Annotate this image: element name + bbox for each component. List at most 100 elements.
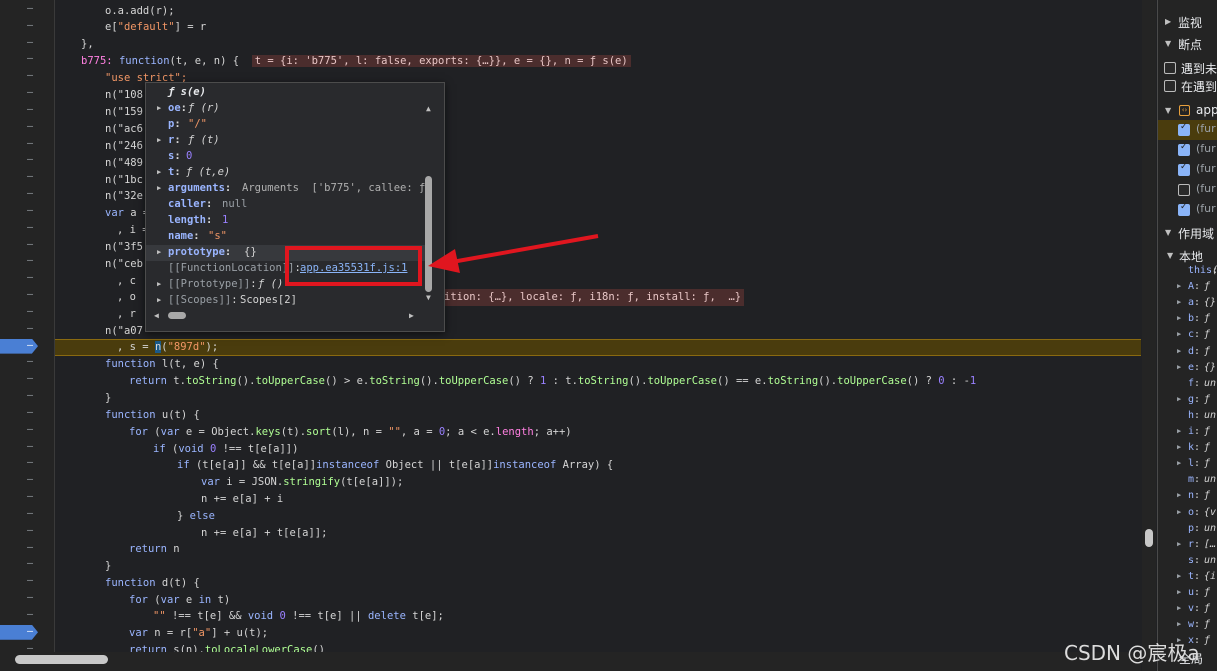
breakpoint-label: (fur	[1196, 142, 1216, 155]
expand-triangle-icon[interactable]: ▶	[1177, 572, 1181, 580]
key-colon: :	[1194, 329, 1201, 341]
expand-triangle-icon[interactable]: ▶	[1177, 314, 1181, 322]
expand-triangle-icon[interactable]: ▶	[1177, 395, 1181, 403]
expand-triangle-icon[interactable]: ▶	[1177, 443, 1181, 451]
variable-value: ƒ	[1204, 490, 1211, 502]
key-colon: :	[1194, 313, 1201, 325]
scope-variable[interactable]: ▶ i: ƒ	[1158, 425, 1217, 441]
variable-name: b:	[1188, 313, 1201, 325]
expand-triangle-icon[interactable]: ▶	[1177, 347, 1181, 355]
variable-name: g:	[1188, 393, 1201, 405]
expanded-triangle-icon: ▼	[1165, 39, 1172, 48]
variable-name: m:	[1188, 474, 1201, 486]
scope-variable[interactable]: ▶ k: ƒ	[1158, 441, 1217, 457]
key-colon: :	[1194, 603, 1201, 615]
breakpoint-checkbox[interactable]	[1178, 122, 1190, 136]
watermark: CSDN @宸极a	[1064, 641, 1200, 665]
variable-value: ƒ	[1204, 426, 1211, 437]
checkbox[interactable]	[1164, 80, 1176, 92]
scope-variable[interactable]: ▶ w: ƒ	[1158, 618, 1217, 634]
variable-name: e:	[1188, 361, 1201, 373]
breakpoint-checkbox[interactable]	[1178, 162, 1190, 176]
expand-triangle-icon[interactable]: ▶	[1177, 427, 1181, 435]
scope-variable[interactable]: p: un	[1158, 522, 1217, 538]
scope-variable[interactable]: ▶ c: ƒ	[1158, 328, 1217, 344]
expand-triangle-icon[interactable]: ▶	[1177, 604, 1181, 612]
scope-variable[interactable]: ▶ d: ƒ	[1158, 345, 1217, 361]
variable-value: un	[1204, 377, 1217, 389]
expand-triangle-icon[interactable]: ▶	[1177, 363, 1181, 371]
variable-value: ƒ	[1204, 442, 1211, 454]
option-label: 在遇到	[1181, 80, 1217, 94]
scope-variable[interactable]: ▶ o: {v	[1158, 506, 1217, 522]
key-colon: :	[1194, 377, 1201, 389]
variable-value: ƒ	[1204, 619, 1211, 631]
variable-name: p:	[1188, 522, 1201, 534]
expand-triangle-icon[interactable]: ▶	[1177, 508, 1181, 516]
breakpoint-item[interactable]: (fur	[1158, 140, 1217, 160]
scope-variable[interactable]: ▶ g: ƒ	[1158, 393, 1217, 409]
scope-variable[interactable]: s: un	[1158, 554, 1217, 570]
expand-triangle-icon[interactable]: ▶	[1177, 330, 1181, 338]
variable-value: un	[1204, 409, 1217, 421]
scope-local[interactable]: ▼ 本地	[1158, 246, 1217, 266]
expand-triangle-icon[interactable]: ▶	[1177, 459, 1181, 467]
section-watch[interactable]: ▶ 监视	[1158, 12, 1217, 32]
breakpoint-item[interactable]: (fur	[1158, 180, 1217, 200]
scope-variable[interactable]: ▶ v: ƒ	[1158, 602, 1217, 618]
scope-variable[interactable]: ▶ l: ƒ	[1158, 457, 1217, 473]
key-colon: :	[1194, 345, 1201, 357]
scope-variable[interactable]: ▶ A: ƒ	[1158, 280, 1217, 296]
expand-triangle-icon[interactable]: ▶	[1177, 491, 1181, 499]
file-name: app	[1196, 103, 1217, 117]
expand-triangle-icon[interactable]: ▶	[1177, 540, 1181, 548]
pause-caught-option[interactable]: 在遇到	[1158, 76, 1217, 96]
section-scope[interactable]: ▼ 作用域	[1158, 223, 1217, 243]
scope-variable[interactable]: f: un	[1158, 377, 1217, 393]
breakpoint-checkbox[interactable]	[1178, 184, 1190, 196]
section-breakpoints[interactable]: ▼ 断点	[1158, 34, 1217, 54]
variable-name: h:	[1188, 409, 1201, 421]
key-colon: :	[1194, 297, 1201, 309]
variable-name: r:	[1188, 538, 1201, 550]
breakpoint-item[interactable]: (fur	[1158, 200, 1217, 220]
variable-name: v:	[1188, 603, 1201, 615]
pause-uncaught-option[interactable]: 遇到未	[1158, 58, 1217, 78]
breakpoint-item[interactable]: (fur	[1158, 160, 1217, 180]
breakpoint-checkbox[interactable]	[1178, 202, 1190, 216]
scope-variable[interactable]: ▶ n: ƒ	[1158, 489, 1217, 505]
variable-name: k:	[1188, 442, 1201, 454]
variable-value: {}	[1204, 361, 1217, 373]
key-colon: :	[1194, 426, 1201, 437]
scope-variable[interactable]: ▶ b: ƒ	[1158, 312, 1217, 328]
expand-triangle-icon[interactable]: ▶	[1177, 620, 1181, 628]
scope-variable[interactable]: h: un	[1158, 409, 1217, 425]
key-colon: :	[1194, 554, 1201, 566]
variable-value: un	[1204, 554, 1217, 566]
scope-variable[interactable]: ▶ u: ƒ	[1158, 586, 1217, 602]
section-label: 作用域	[1178, 227, 1215, 241]
scope-variable[interactable]: ▶ t: {i	[1158, 570, 1217, 586]
breakpoint-checkbox[interactable]	[1178, 142, 1190, 156]
variable-name: A:	[1188, 281, 1201, 293]
key-colon: :	[1194, 409, 1201, 421]
variable-value: ƒ	[1204, 393, 1211, 405]
breakpoint-label: (fur	[1196, 162, 1216, 175]
breakpoint-item[interactable]: (fur	[1158, 120, 1217, 140]
section-label: 监视	[1178, 16, 1203, 30]
breakpoint-file[interactable]: ▼ ‹› app	[1158, 101, 1217, 121]
key-colon: :	[1194, 619, 1201, 631]
expand-triangle-icon[interactable]: ▶	[1177, 298, 1181, 306]
expanded-triangle-icon: ▼	[1165, 228, 1172, 237]
scope-variable[interactable]: ▶ r: […	[1158, 538, 1217, 554]
variable-name: u:	[1188, 587, 1201, 598]
variable-name: w:	[1188, 619, 1201, 631]
scope-variable[interactable]: ▶ e:{}	[1158, 361, 1217, 377]
collapsed-triangle-icon: ▶	[1165, 17, 1172, 26]
scope-variable[interactable]: m: un	[1158, 473, 1217, 489]
scope-variable[interactable]: ▶ a:{}	[1158, 296, 1217, 312]
expand-triangle-icon[interactable]: ▶	[1177, 282, 1181, 290]
scope-variable[interactable]: this:(	[1158, 264, 1217, 280]
checkbox[interactable]	[1164, 62, 1176, 74]
expand-triangle-icon[interactable]: ▶	[1177, 588, 1181, 596]
